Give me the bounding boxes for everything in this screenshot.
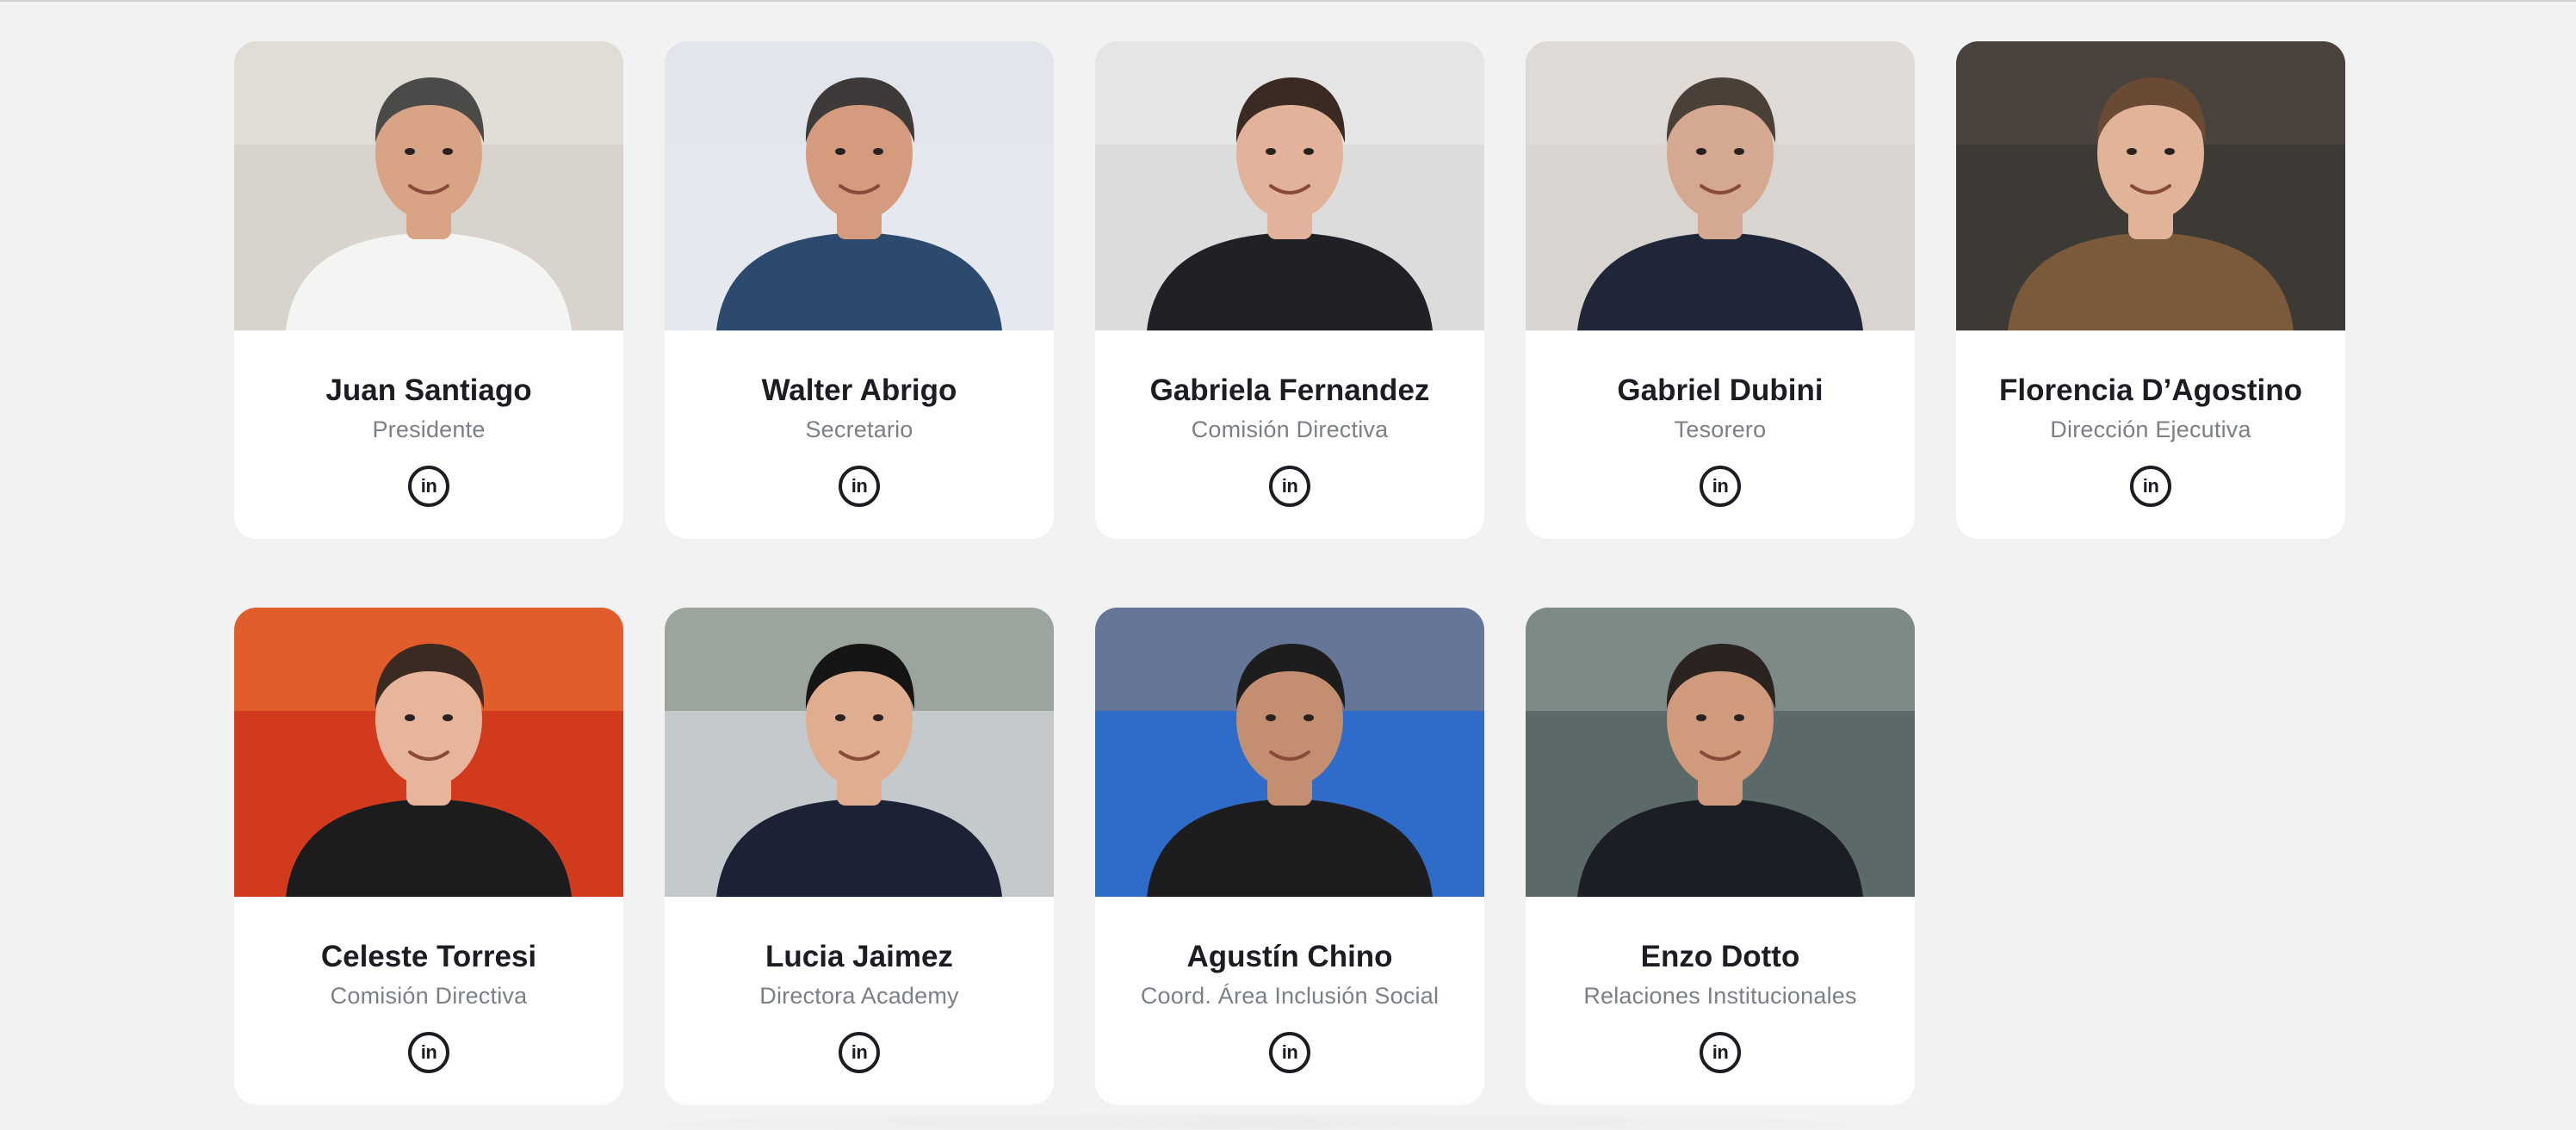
linkedin-icon[interactable]: in xyxy=(1269,1032,1310,1073)
portrait-image xyxy=(665,41,1054,330)
linkedin-icon-label: in xyxy=(851,474,868,497)
bottom-shadow xyxy=(482,1111,2032,1130)
linkedin-icon[interactable]: in xyxy=(2130,466,2171,507)
linkedin-icon-label: in xyxy=(1712,474,1729,497)
member-name: Celeste Torresi xyxy=(320,940,537,973)
linkedin-icon[interactable]: in xyxy=(1269,466,1310,507)
linkedin-icon[interactable]: in xyxy=(839,466,880,507)
linkedin-icon-label: in xyxy=(420,1040,437,1063)
member-role: Directora Academy xyxy=(759,983,959,1009)
portrait-image xyxy=(1956,41,2345,330)
linkedin-icon-label: in xyxy=(1281,1040,1298,1063)
linkedin-icon[interactable]: in xyxy=(1700,466,1741,507)
portrait-photo xyxy=(665,608,1054,897)
top-divider xyxy=(0,0,2576,2)
member-role: Comisión Directiva xyxy=(330,983,528,1009)
portrait-image xyxy=(1526,41,1915,330)
linkedin-icon-label: in xyxy=(2142,474,2159,497)
linkedin-icon-label: in xyxy=(1281,474,1298,497)
team-card: Agustín Chino Coord. Área Inclusión Socia… xyxy=(1095,608,1484,1105)
linkedin-icon-label: in xyxy=(420,474,437,497)
linkedin-icon[interactable]: in xyxy=(408,466,449,507)
member-role: Coord. Área Inclusión Social xyxy=(1140,983,1440,1009)
linkedin-icon[interactable]: in xyxy=(1700,1032,1741,1073)
member-name: Walter Abrigo xyxy=(761,374,957,407)
member-name: Juan Santiago xyxy=(325,374,532,407)
member-name: Agustín Chino xyxy=(1186,940,1393,973)
portrait-photo xyxy=(1526,41,1915,330)
member-name: Gabriel Dubini xyxy=(1617,374,1824,407)
portrait-photo xyxy=(234,608,623,897)
member-role: Presidente xyxy=(372,417,486,442)
team-card: Juan Santiago Presidente in xyxy=(234,41,623,539)
member-role: Dirección Ejecutiva xyxy=(2050,417,2251,442)
portrait-photo xyxy=(665,41,1054,330)
linkedin-icon-label: in xyxy=(851,1040,868,1063)
portrait-image xyxy=(234,41,623,330)
team-card: Lucia Jaimez Directora Academy in xyxy=(665,608,1054,1105)
team-card: Gabriel Dubini Tesorero in xyxy=(1526,41,1915,539)
linkedin-icon[interactable]: in xyxy=(408,1032,449,1073)
portrait-photo xyxy=(1956,41,2345,330)
linkedin-icon-label: in xyxy=(1712,1040,1729,1063)
portrait-image xyxy=(665,608,1054,897)
portrait-photo xyxy=(234,41,623,330)
portrait-image xyxy=(234,608,623,897)
member-name: Enzo Dotto xyxy=(1640,940,1800,973)
linkedin-icon[interactable]: in xyxy=(839,1032,880,1073)
team-card: Enzo Dotto Relaciones Institucionales in xyxy=(1526,608,1915,1105)
member-name: Lucia Jaimez xyxy=(765,940,953,973)
portrait-image xyxy=(1095,608,1484,897)
portrait-image xyxy=(1095,41,1484,330)
member-name: Florencia D’Agostino xyxy=(1999,374,2302,407)
member-role: Relaciones Institucionales xyxy=(1583,983,1857,1009)
portrait-photo xyxy=(1526,608,1915,897)
portrait-photo xyxy=(1095,608,1484,897)
team-card: Celeste Torresi Comisión Directiva in xyxy=(234,608,623,1105)
team-grid: Juan Santiago Presidente in Walter Abrigo Se… xyxy=(234,41,2345,1105)
team-card: Walter Abrigo Secretario in xyxy=(665,41,1054,539)
member-role: Comisión Directiva xyxy=(1191,417,1389,442)
team-card: Gabriela Fernandez Comisión Directiva in xyxy=(1095,41,1484,539)
member-role: Tesorero xyxy=(1674,417,1767,442)
team-card: Florencia D’Agostino Dirección Ejecutiva i… xyxy=(1956,41,2345,539)
portrait-image xyxy=(1526,608,1915,897)
portrait-photo xyxy=(1095,41,1484,330)
member-role: Secretario xyxy=(805,417,913,442)
member-name: Gabriela Fernandez xyxy=(1149,374,1430,407)
